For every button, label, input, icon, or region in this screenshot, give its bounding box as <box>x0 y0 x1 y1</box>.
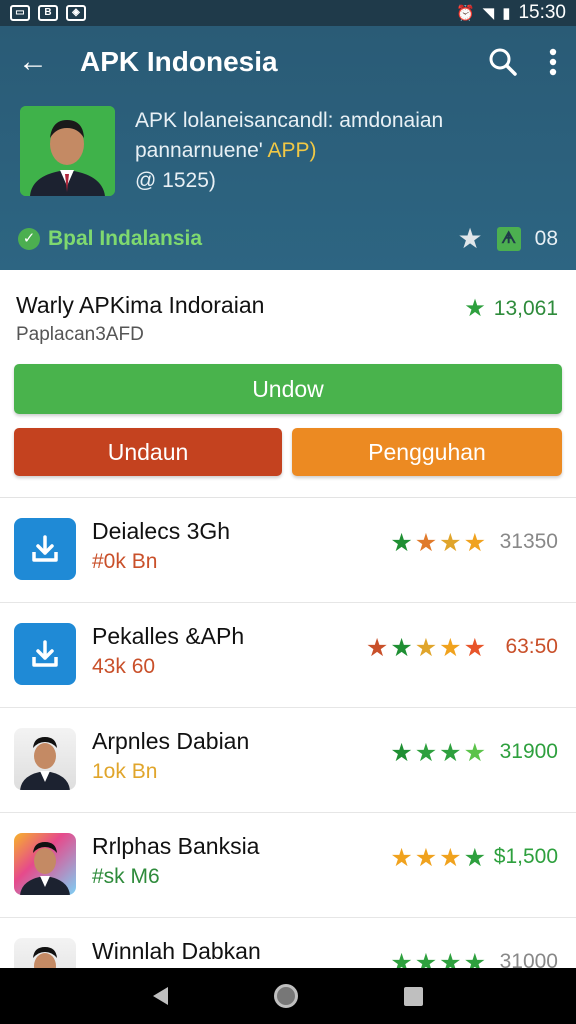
app-count: 31350 <box>499 530 558 553</box>
star-icon: ★ <box>463 634 486 662</box>
star-icon: ★ <box>439 529 462 557</box>
app-size: 43k 60 <box>92 655 156 678</box>
star-icon: ★ <box>390 529 413 557</box>
star-icon: ★ <box>414 844 438 872</box>
badge-icon: ᗗ <box>496 226 521 251</box>
rating-stars: ★ ★ ★ ★ <box>390 738 486 768</box>
battery-icon: ▮ <box>502 5 511 22</box>
verified-label[interactable]: Bpal Indalansia <box>48 227 202 251</box>
summary-title: Warly APKima Indoraian <box>16 292 265 318</box>
star-icon: ★ <box>390 634 413 662</box>
list-item[interactable]: Arpnles Dabian 1ok Bn ★ ★ ★ ★ 31900 <box>0 708 576 813</box>
star-icon: ★ <box>439 949 462 968</box>
wifi-icon: ◥ <box>482 5 495 22</box>
app-count: 63:50 <box>505 635 558 658</box>
star-icon: ★ <box>414 949 438 968</box>
list-item[interactable]: Winnlah Dabkan ★ ★ ★ ★ 31000 <box>0 918 576 968</box>
star-icon: ★ <box>390 949 413 968</box>
app-count: 31000 <box>499 950 558 968</box>
star-icon: ★ <box>439 844 462 872</box>
star-icon: ★ <box>463 529 486 557</box>
app-bar: ← APK Indonesia <box>0 26 576 98</box>
app-name: Pekalles &APh <box>92 623 245 649</box>
person-icon <box>14 728 76 790</box>
app-name: Arpnles Dabian <box>92 728 250 754</box>
more-vert-icon[interactable] <box>548 47 558 77</box>
rating-stars: ★ ★ ★ ★ ★ <box>366 633 486 663</box>
download-icon <box>14 623 76 685</box>
star-icon: ★ <box>463 739 486 767</box>
badge-count: 08 <box>534 226 558 250</box>
star-icon: ★ <box>439 739 462 767</box>
nav-home-icon[interactable] <box>274 984 298 1008</box>
rating-star-icon: ★ <box>464 295 486 322</box>
hero-line-2: pannarnuene' <box>135 139 263 162</box>
warning-button[interactable]: Pengguhan <box>292 428 562 476</box>
star-icon: ★ <box>390 739 413 767</box>
search-icon[interactable] <box>488 47 518 77</box>
rating-stars: ★ ★ ★ ★ <box>390 843 486 873</box>
summary-rating: ★ 13,061 <box>464 294 558 323</box>
star-icon: ★ <box>463 949 486 968</box>
list-item[interactable]: Pekalles &APh 43k 60 ★ ★ ★ ★ ★ 63:50 <box>0 603 576 708</box>
hero-line-3: @ 1525) <box>135 169 216 192</box>
star-icon: ★ <box>414 739 438 767</box>
star-icon: ★ <box>390 844 413 872</box>
nav-recents-icon[interactable] <box>404 986 423 1006</box>
app-header: ← APK Indonesia APK lolaneisancandl: amd… <box>0 26 576 270</box>
page-title: APK Indonesia <box>80 46 278 77</box>
app-size: #0k Bn <box>92 550 158 573</box>
app-size: 1ok Bn <box>92 760 158 783</box>
developer-avatar <box>20 106 115 196</box>
hero-accent: APP) <box>267 139 317 162</box>
nav-back-icon[interactable] <box>153 987 168 1005</box>
back-arrow-icon[interactable]: ← <box>18 45 58 79</box>
app-name: Winnlah Dabkan <box>92 938 261 964</box>
primary-button[interactable]: Undow <box>14 364 562 414</box>
list-item[interactable]: Deialecs 3Gh #0k Bn ★ ★ ★ ★ 31350 <box>0 498 576 603</box>
star-icon: ★ <box>414 529 438 557</box>
app-count: 31900 <box>499 740 558 763</box>
rating-count: 13,061 <box>493 296 558 320</box>
app-name: Rrlphas Banksia <box>92 833 260 859</box>
status-bar: ▭ B ◈ ⏰ ◥ ▮ 15:30 <box>0 0 576 26</box>
rating-stars: ★ ★ ★ ★ <box>390 528 486 558</box>
favorite-star-icon[interactable]: ★ <box>458 222 483 255</box>
list-item[interactable]: Rrlphas Banksia #sk M6 ★ ★ ★ ★ $1,500 <box>0 813 576 918</box>
star-icon: ★ <box>439 634 462 662</box>
compass-icon: ◈ <box>66 5 86 21</box>
download-icon <box>14 518 76 580</box>
app-list: Deialecs 3Gh #0k Bn ★ ★ ★ ★ 31350 Pekalles … <box>0 498 576 968</box>
danger-button[interactable]: Undaun <box>14 428 282 476</box>
hero-line-1: APK lolaneisancandl: amdonaian <box>135 109 444 132</box>
app-count: $1,500 <box>493 845 558 868</box>
app-name: Deialecs 3Gh <box>92 518 231 544</box>
alarm-icon: ⏰ <box>455 5 475 22</box>
gallery-icon: ▭ <box>10 5 30 21</box>
person-icon <box>14 833 76 895</box>
person-icon <box>14 938 76 968</box>
star-icon: ★ <box>463 844 486 872</box>
system-nav-bar <box>0 968 576 1024</box>
app-size: #sk M6 <box>92 865 160 888</box>
rating-stars: ★ ★ ★ ★ <box>390 948 486 968</box>
b-app-icon: B <box>38 5 58 21</box>
star-icon: ★ <box>414 634 438 662</box>
status-time: 15:30 <box>518 2 566 23</box>
summary-card: Warly APKima Indoraian Paplacan3AFD ★ 13… <box>0 270 576 498</box>
verified-check-icon: ✓ <box>18 227 40 250</box>
star-icon: ★ <box>365 634 389 662</box>
summary-subtitle: Paplacan3AFD <box>16 324 144 345</box>
hero-section: APK lolaneisancandl: amdonaian pannarnue… <box>20 106 556 198</box>
